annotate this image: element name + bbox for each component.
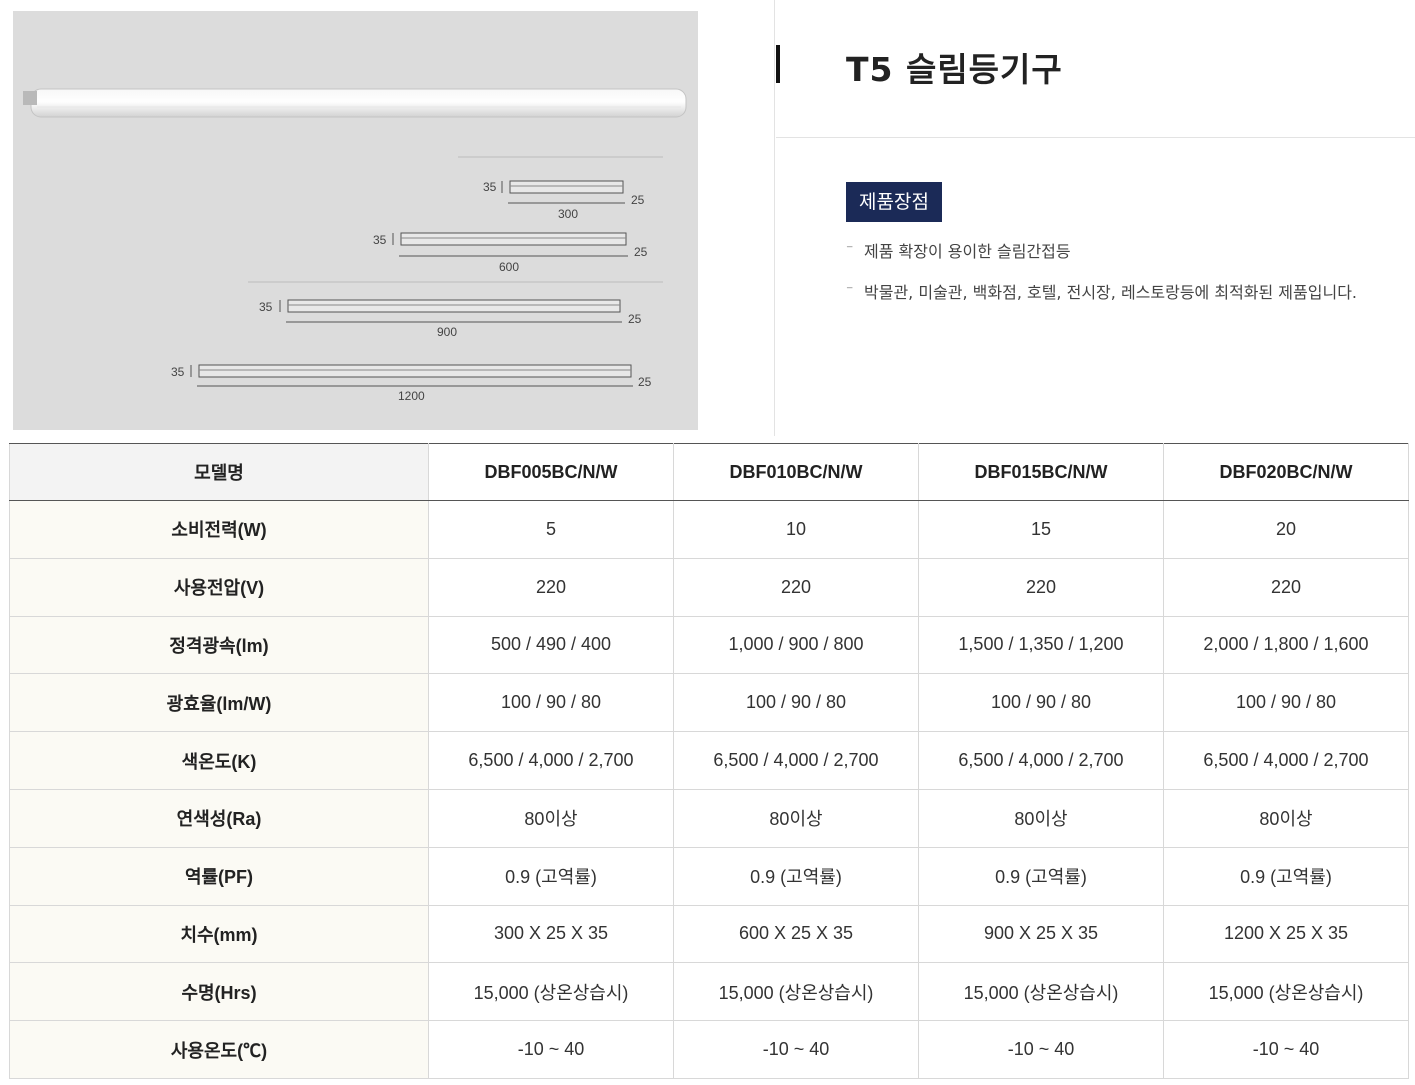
dimension-300: 35 25 300 xyxy=(483,180,645,221)
table-row: 수명(Hrs) 15,000 (상온상습시) 15,000 (상온상습시) 15… xyxy=(9,962,1409,1022)
feature-item: ⁻ 박물관, 미술관, 백화점, 호텔, 전시장, 레스토랑등에 최적화된 제품… xyxy=(846,281,1357,322)
table-cell: 220 xyxy=(918,557,1164,617)
table-cell: 900 X 25 X 35 xyxy=(918,904,1164,964)
table-cell: 0.9 (고역률) xyxy=(428,846,674,906)
table-row: 치수(mm) 300 X 25 X 35 600 X 25 X 35 900 X… xyxy=(9,904,1409,964)
page-title: T5 슬림등기구 xyxy=(846,50,1063,89)
table-cell: 1200 X 25 X 35 xyxy=(1163,904,1409,964)
table-cell: 15,000 (상온상습시) xyxy=(918,962,1164,1022)
table-cell: 1,500 / 1,350 / 1,200 xyxy=(918,615,1164,675)
advantages-badge: 제품장점 xyxy=(846,182,942,222)
feature-list: ⁻ 제품 확장이 용이한 슬림간접등 ⁻ 박물관, 미술관, 백화점, 호텔, … xyxy=(846,240,1357,322)
dimension-600: 35 25 600 xyxy=(373,232,648,274)
fixture-illustration xyxy=(23,88,687,118)
length-label: 300 xyxy=(558,207,578,221)
column-header: DBF015BC/N/W xyxy=(918,443,1164,501)
table-cell: 220 xyxy=(1163,557,1409,617)
table-cell: 0.9 (고역률) xyxy=(1163,846,1409,906)
row-label: 소비전력(W) xyxy=(9,500,429,559)
depth-label: 25 xyxy=(634,245,648,259)
column-header: DBF005BC/N/W xyxy=(428,443,674,501)
title-accent-bar xyxy=(776,45,780,83)
feature-item: ⁻ 제품 확장이 용이한 슬림간접등 xyxy=(846,240,1357,281)
table-cell: 6,500 / 4,000 / 2,700 xyxy=(428,731,674,790)
table-cell: 15,000 (상온상습시) xyxy=(1163,962,1409,1022)
table-cell: 6,500 / 4,000 / 2,700 xyxy=(918,731,1164,790)
row-label: 광효율(lm/W) xyxy=(9,673,429,733)
dimension-diagram: 35 25 300 35 25 600 35 25 900 35 25 1200 xyxy=(23,88,687,403)
table-cell: 10 xyxy=(673,500,919,559)
table-cell: 15,000 (상온상습시) xyxy=(673,962,919,1022)
table-cell: -10 ~ 40 xyxy=(428,1020,674,1079)
table-cell: 300 X 25 X 35 xyxy=(428,904,674,964)
table-cell: 80이상 xyxy=(673,788,919,848)
column-header: DBF010BC/N/W xyxy=(673,443,919,501)
table-cell: 6,500 / 4,000 / 2,700 xyxy=(1163,731,1409,790)
table-cell: 20 xyxy=(1163,500,1409,559)
table-cell: -10 ~ 40 xyxy=(918,1020,1164,1079)
table-cell: 0.9 (고역률) xyxy=(918,846,1164,906)
title-section: T5 슬림등기구 xyxy=(776,0,1415,138)
height-label: 35 xyxy=(483,180,497,194)
table-cell: -10 ~ 40 xyxy=(673,1020,919,1079)
table-row: 색온도(K) 6,500 / 4,000 / 2,700 6,500 / 4,0… xyxy=(9,731,1409,790)
table-cell: 220 xyxy=(673,557,919,617)
height-label: 35 xyxy=(259,300,273,314)
feature-text: 박물관, 미술관, 백화점, 호텔, 전시장, 레스토랑등에 최적화된 제품입니… xyxy=(864,283,1357,302)
table-row: 역률(PF) 0.9 (고역률) 0.9 (고역률) 0.9 (고역률) 0.9… xyxy=(9,846,1409,906)
row-label: 사용온도(℃) xyxy=(9,1020,429,1079)
length-label: 1200 xyxy=(398,389,425,403)
table-cell: 0.9 (고역률) xyxy=(673,846,919,906)
table-cell: 100 / 90 / 80 xyxy=(1163,673,1409,733)
depth-label: 25 xyxy=(631,193,645,207)
table-row: 연색성(Ra) 80이상 80이상 80이상 80이상 xyxy=(9,788,1409,848)
dimension-900: 35 25 900 xyxy=(259,299,642,339)
row-label: 역률(PF) xyxy=(9,846,429,906)
table-cell: 2,000 / 1,800 / 1,600 xyxy=(1163,615,1409,675)
row-label: 수명(Hrs) xyxy=(9,962,429,1022)
height-label: 35 xyxy=(171,365,185,379)
table-cell: 100 / 90 / 80 xyxy=(918,673,1164,733)
table-cell: 100 / 90 / 80 xyxy=(673,673,919,733)
table-cell: 600 X 25 X 35 xyxy=(673,904,919,964)
table-cell: 80이상 xyxy=(918,788,1164,848)
height-label: 35 xyxy=(373,233,387,247)
table-cell: 5 xyxy=(428,500,674,559)
table-cell: 100 / 90 / 80 xyxy=(428,673,674,733)
table-cell: 220 xyxy=(428,557,674,617)
table-header-row: 모델명 DBF005BC/N/W DBF010BC/N/W DBF015BC/N… xyxy=(9,443,1409,501)
row-label: 사용전압(V) xyxy=(9,557,429,617)
section-divider xyxy=(774,0,775,436)
depth-label: 25 xyxy=(628,312,642,326)
column-header: DBF020BC/N/W xyxy=(1163,443,1409,501)
row-label: 색온도(K) xyxy=(9,731,429,790)
table-cell: 500 / 490 / 400 xyxy=(428,615,674,675)
spec-table: 모델명 DBF005BC/N/W DBF010BC/N/W DBF015BC/N… xyxy=(9,443,1409,1079)
depth-label: 25 xyxy=(638,375,652,389)
table-row: 정격광속(lm) 500 / 490 / 400 1,000 / 900 / 8… xyxy=(9,615,1409,675)
table-row: 사용온도(℃) -10 ~ 40 -10 ~ 40 -10 ~ 40 -10 ~… xyxy=(9,1020,1409,1079)
product-image: 35 25 300 35 25 600 35 25 900 35 25 1200 xyxy=(13,11,698,430)
table-row: 광효율(lm/W) 100 / 90 / 80 100 / 90 / 80 10… xyxy=(9,673,1409,733)
table-cell: -10 ~ 40 xyxy=(1163,1020,1409,1079)
row-label: 정격광속(lm) xyxy=(9,615,429,675)
table-row: 사용전압(V) 220 220 220 220 xyxy=(9,557,1409,617)
length-label: 900 xyxy=(437,325,457,339)
dash-icon: ⁻ xyxy=(846,242,854,258)
table-cell: 6,500 / 4,000 / 2,700 xyxy=(673,731,919,790)
dash-icon: ⁻ xyxy=(846,283,854,299)
column-header-model: 모델명 xyxy=(9,443,429,501)
table-cell: 1,000 / 900 / 800 xyxy=(673,615,919,675)
row-label: 연색성(Ra) xyxy=(9,788,429,848)
row-label: 치수(mm) xyxy=(9,904,429,964)
table-cell: 80이상 xyxy=(1163,788,1409,848)
length-label: 600 xyxy=(499,260,519,274)
feature-text: 제품 확장이 용이한 슬림간접등 xyxy=(864,242,1071,261)
dimension-1200: 35 25 1200 xyxy=(171,364,652,403)
table-cell: 80이상 xyxy=(428,788,674,848)
table-cell: 15,000 (상온상습시) xyxy=(428,962,674,1022)
table-row: 소비전력(W) 5 10 15 20 xyxy=(9,500,1409,559)
table-cell: 15 xyxy=(918,500,1164,559)
